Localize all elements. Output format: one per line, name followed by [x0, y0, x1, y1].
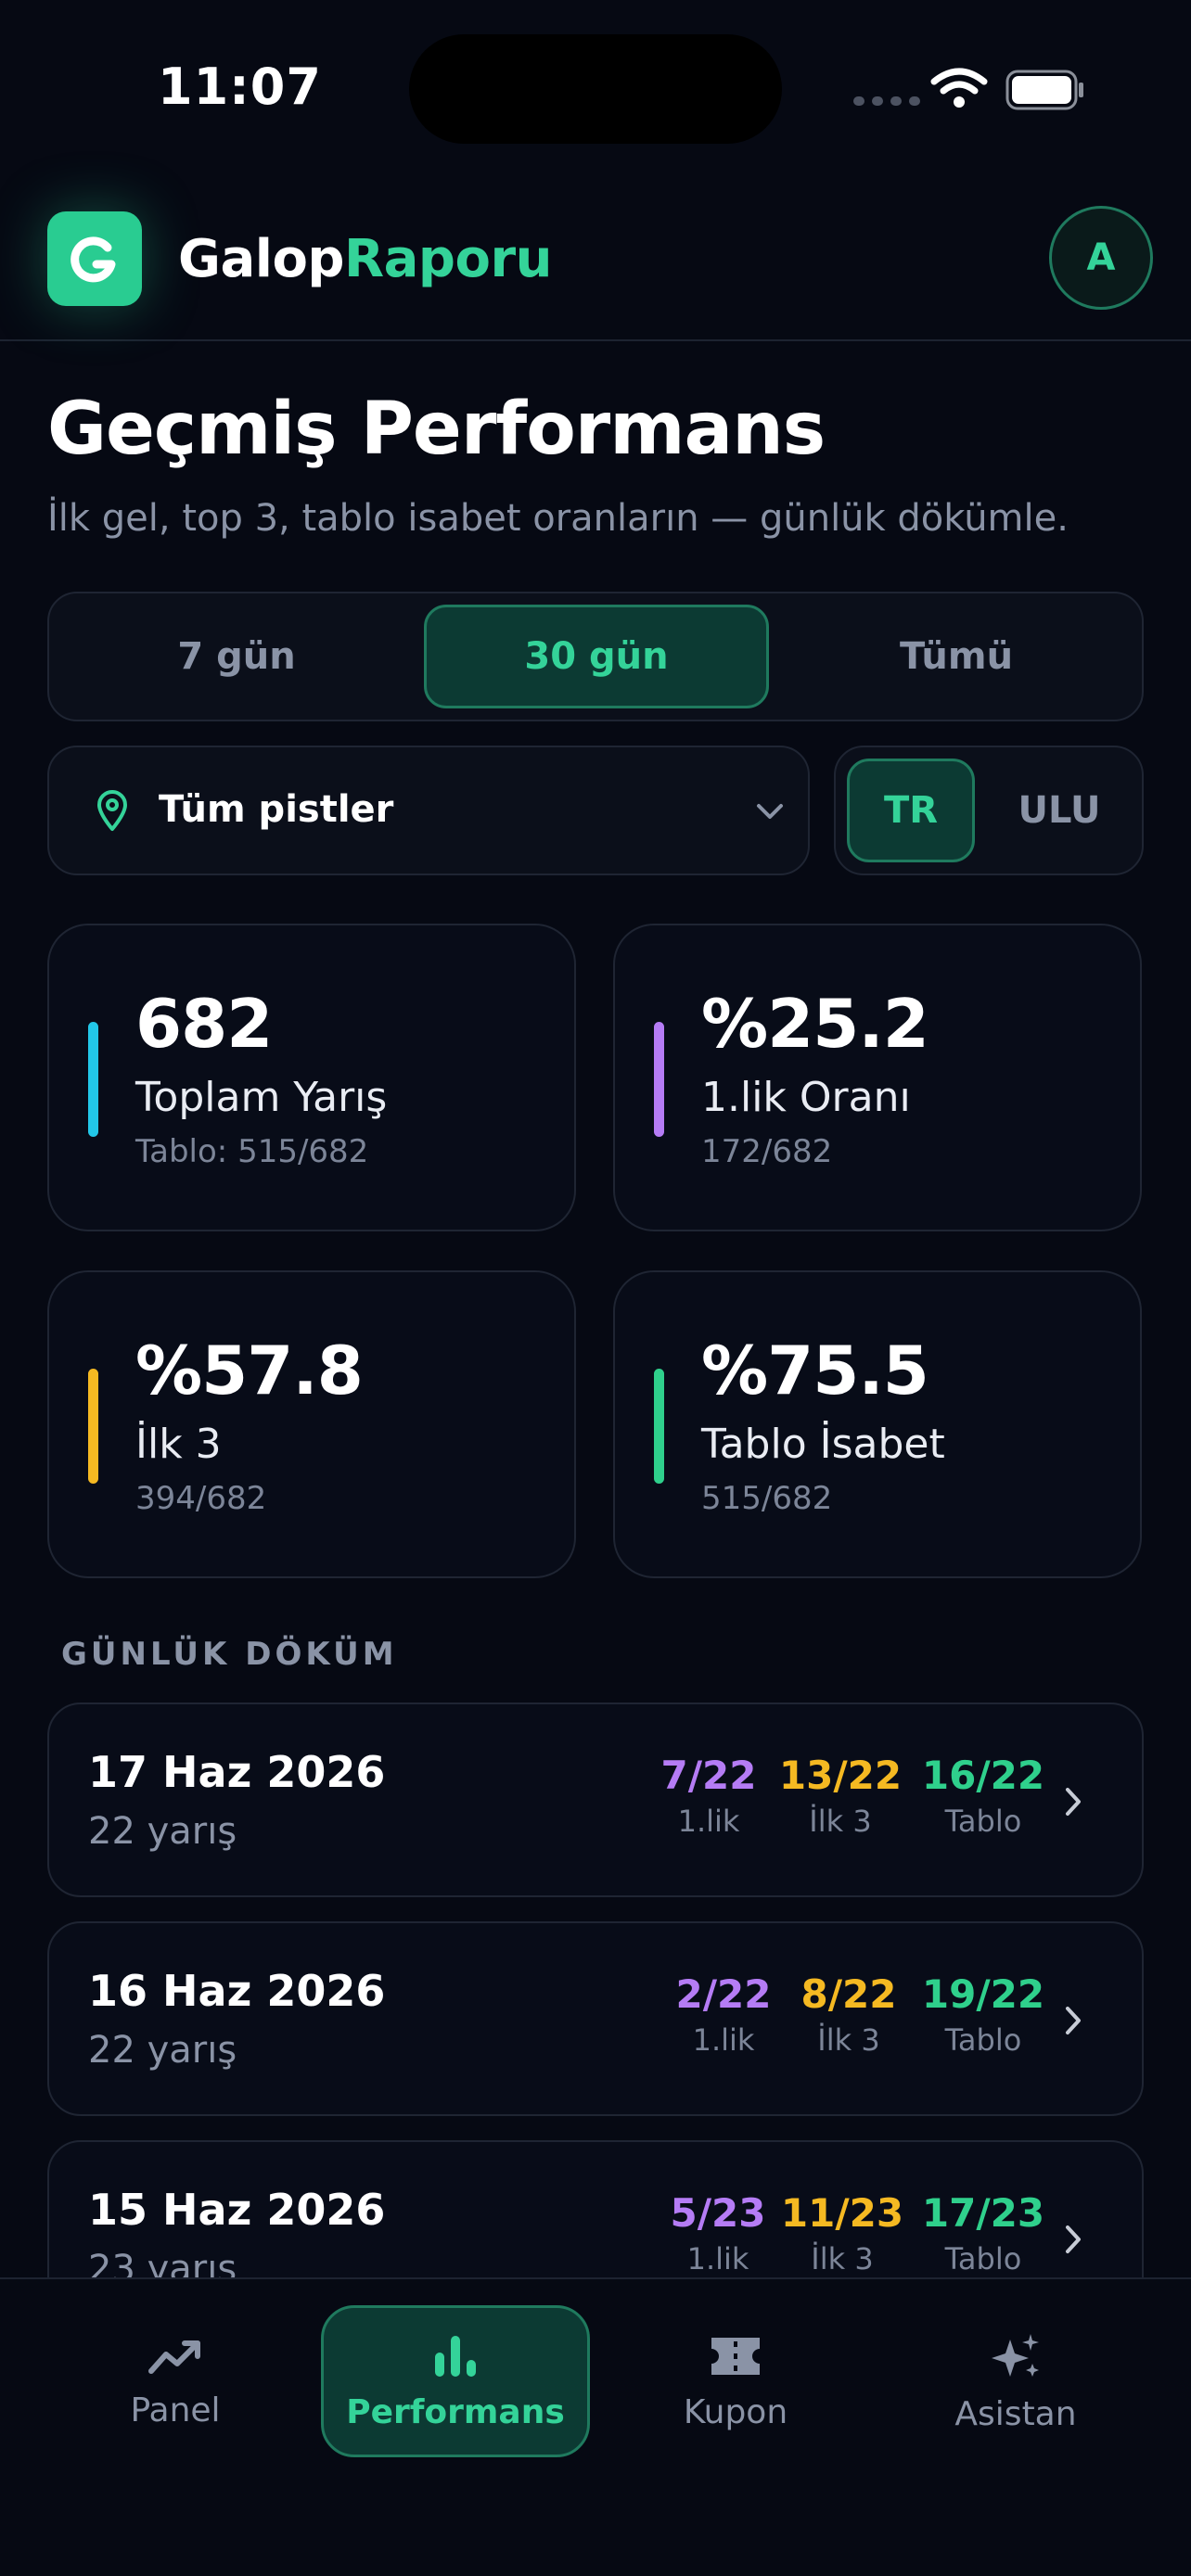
chevron-right-icon — [1066, 2007, 1081, 2034]
ticket-icon — [711, 2337, 760, 2375]
tab-30-gun[interactable]: 30 gün — [424, 605, 769, 708]
stat-sub: 172/682 — [701, 1133, 833, 1170]
page-title: Geçmiş Performans — [47, 388, 826, 471]
metric-tablo: 19/22 Tablo — [921, 1971, 1045, 2058]
stat-sub: 515/682 — [701, 1480, 833, 1517]
stat-value: %75.5 — [701, 1332, 929, 1409]
trend-up-icon — [148, 2340, 200, 2374]
stat-value: %25.2 — [701, 985, 929, 1063]
app-logo[interactable] — [47, 211, 142, 306]
tab-tumu[interactable]: Tümü — [780, 605, 1133, 708]
stat-value: 682 — [135, 985, 273, 1063]
day-race-count: 22 yarış — [88, 1810, 237, 1853]
nav-panel[interactable]: Panel — [41, 2305, 310, 2457]
metric-first: 5/23 1.lik — [670, 2190, 766, 2276]
sparkles-icon — [992, 2333, 1039, 2377]
metric-tablo: 17/23 Tablo — [921, 2190, 1045, 2276]
nav-label: Performans — [346, 2392, 565, 2431]
battery-icon — [1005, 70, 1083, 110]
nav-performans[interactable]: Performans — [321, 2305, 590, 2457]
location-pin-icon — [97, 790, 127, 831]
day-date: 17 Haz 2026 — [88, 1747, 386, 1797]
metric-first: 7/22 1.lik — [660, 1753, 757, 1839]
status-time: 11:07 — [158, 57, 322, 116]
daily-list: 17 Haz 2026 22 yarış 7/22 1.lik 13/22 İl… — [0, 1688, 1191, 2277]
range-segmented-control: 7 gün 30 gün Tümü — [47, 592, 1144, 721]
dynamic-island — [409, 34, 782, 144]
avatar[interactable]: A — [1049, 206, 1153, 310]
stat-label: 1.lik Oranı — [701, 1074, 911, 1121]
region-segmented-control: TR ULU — [834, 746, 1144, 875]
day-row[interactable]: 17 Haz 2026 22 yarış 7/22 1.lik 13/22 İl… — [47, 1702, 1144, 1897]
logo-g-icon — [70, 236, 116, 283]
stat-sub: Tablo: 515/682 — [135, 1133, 369, 1170]
screen: 11:07 GalopRaporu A Geçmiş Performans İl… — [0, 0, 1191, 2576]
stat-label: Toplam Yarış — [135, 1074, 388, 1121]
chevron-right-icon — [1066, 1788, 1081, 1816]
stat-accent-bar — [88, 1369, 98, 1484]
nav-label: Asistan — [954, 2394, 1077, 2433]
day-date: 15 Haz 2026 — [88, 2185, 386, 2235]
day-row[interactable]: 15 Haz 2026 23 yarış 5/23 1.lik 11/23 İl… — [47, 2140, 1144, 2277]
metric-top3: 11/23 İlk 3 — [780, 2190, 904, 2276]
stat-accent-bar — [654, 1369, 664, 1484]
stat-accent-bar — [88, 1022, 98, 1137]
stat-accent-bar — [654, 1022, 664, 1137]
stat-card-top3: %57.8 İlk 3 394/682 — [47, 1270, 576, 1578]
stat-label: Tablo İsabet — [701, 1421, 945, 1468]
section-title-daily: GÜNLÜK DÖKÜM — [61, 1636, 398, 1673]
brand-name: GalopRaporu — [178, 229, 552, 289]
nav-label: Kupon — [683, 2392, 788, 2431]
day-race-count: 22 yarış — [88, 2029, 237, 2072]
wifi-icon — [930, 68, 988, 108]
bar-chart-icon — [435, 2335, 476, 2377]
metric-top3: 8/22 İlk 3 — [800, 1971, 897, 2058]
metric-tablo: 16/22 Tablo — [921, 1753, 1045, 1839]
app-header: GalopRaporu A — [0, 185, 1191, 341]
nav-label: Panel — [130, 2391, 221, 2429]
tab-tr[interactable]: TR — [847, 759, 975, 862]
stat-card-total-races: 682 Toplam Yarış Tablo: 515/682 — [47, 924, 576, 1231]
chevron-right-icon — [1066, 2225, 1081, 2253]
stat-sub: 394/682 — [135, 1480, 267, 1517]
signal-icon — [853, 96, 920, 106]
tab-7-gun[interactable]: 7 gün — [60, 605, 413, 708]
nav-asistan[interactable]: Asistan — [881, 2305, 1150, 2457]
tab-ulu[interactable]: ULU — [986, 759, 1133, 862]
metric-top3: 13/22 İlk 3 — [778, 1753, 903, 1839]
bottom-nav: Panel Performans Kupon Asistan — [0, 2277, 1191, 2576]
stat-card-first-rate: %25.2 1.lik Oranı 172/682 — [613, 924, 1142, 1231]
track-dropdown-value: Tüm pistler — [159, 788, 394, 831]
stat-card-tablo-hit: %75.5 Tablo İsabet 515/682 — [613, 1270, 1142, 1578]
chevron-down-icon — [757, 804, 783, 819]
stat-value: %57.8 — [135, 1332, 364, 1409]
day-row[interactable]: 16 Haz 2026 22 yarış 2/22 1.lik 8/22 İlk… — [47, 1921, 1144, 2116]
nav-kupon[interactable]: Kupon — [601, 2305, 870, 2457]
page-subtitle: İlk gel, top 3, tablo isabet oranların —… — [47, 497, 1069, 540]
metric-first: 2/22 1.lik — [675, 1971, 772, 2058]
track-dropdown[interactable]: Tüm pistler — [47, 746, 810, 875]
day-race-count: 23 yarış — [88, 2248, 237, 2277]
status-bar: 11:07 — [0, 0, 1191, 176]
stat-label: İlk 3 — [135, 1421, 222, 1468]
day-date: 16 Haz 2026 — [88, 1966, 386, 2016]
